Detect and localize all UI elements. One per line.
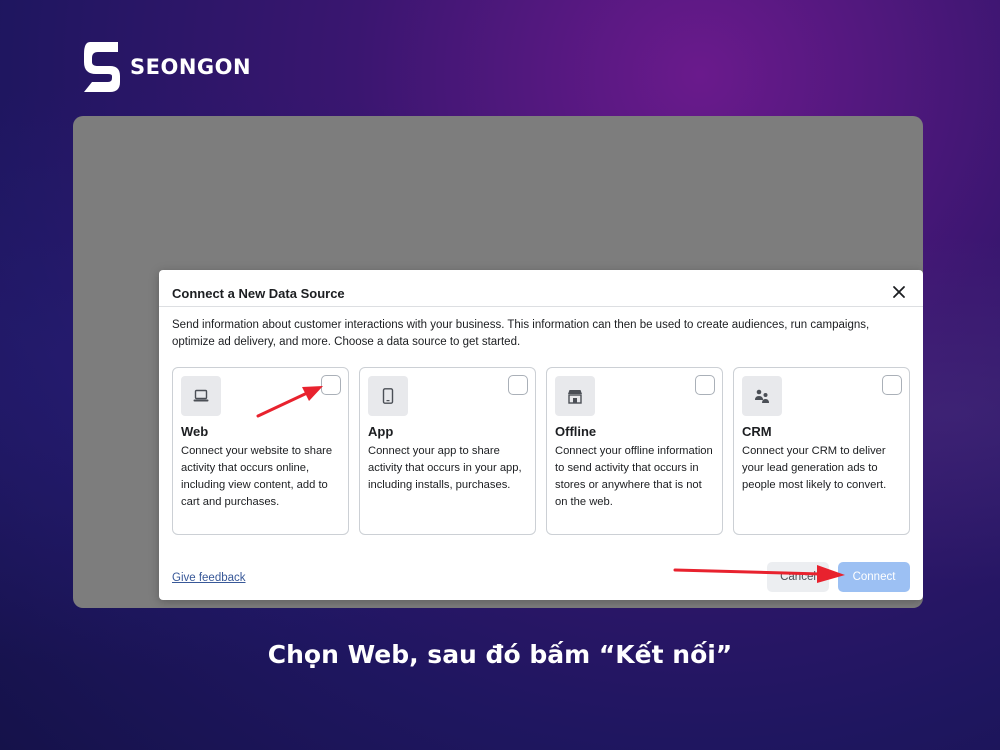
seongon-logo-mark	[84, 42, 120, 92]
close-icon[interactable]	[889, 282, 909, 302]
card-crm[interactable]: CRM Connect your CRM to deliver your lea…	[733, 367, 910, 535]
cancel-button[interactable]: Cancel	[767, 562, 829, 592]
card-icon-box	[555, 376, 595, 416]
connect-button[interactable]: Connect	[838, 562, 910, 592]
card-offline-checkbox[interactable]	[695, 375, 715, 395]
card-icon-box	[368, 376, 408, 416]
card-app-description: Connect your app to share activity that …	[368, 445, 522, 491]
card-icon-box	[742, 376, 782, 416]
store-icon	[568, 389, 582, 404]
dialog-divider	[159, 306, 923, 307]
card-crm-title: CRM	[742, 424, 772, 439]
dialog-title: Connect a New Data Source	[172, 286, 345, 301]
card-app[interactable]: App Connect your app to share activity t…	[359, 367, 536, 535]
card-app-title: App	[368, 424, 394, 439]
card-crm-description: Connect your CRM to deliver your lead ge…	[742, 445, 887, 491]
brand-logo: SEONGON	[78, 38, 251, 96]
card-web-title: Web	[181, 424, 209, 439]
card-web[interactable]: Web Connect your website to share activi…	[172, 367, 349, 535]
caption: Chọn Web, sau đó bấm “Kết nối”	[267, 640, 733, 669]
card-offline-title: Offline	[555, 424, 597, 439]
card-offline[interactable]: Offline Connect your offline information…	[546, 367, 723, 535]
card-web-description: Connect your website to share activity t…	[181, 445, 333, 508]
give-feedback-link[interactable]: Give feedback	[172, 572, 246, 584]
brand-name: SEONGON	[130, 55, 252, 79]
laptop-icon	[193, 389, 209, 402]
phone-icon	[382, 388, 394, 404]
card-offline-description: Connect your offline information to send…	[555, 445, 713, 508]
card-web-checkbox[interactable]	[321, 375, 341, 395]
data-source-cards: Web Connect your website to share activi…	[172, 367, 910, 535]
connect-data-source-dialog: Connect a New Data Source Send informati…	[159, 270, 923, 600]
dialog-description: Send information about customer interact…	[172, 319, 870, 348]
card-icon-box	[181, 376, 221, 416]
card-app-checkbox[interactable]	[508, 375, 528, 395]
screenshot-frame: Connect a New Data Source Send informati…	[73, 116, 923, 608]
card-crm-checkbox[interactable]	[882, 375, 902, 395]
people-icon	[755, 389, 769, 403]
